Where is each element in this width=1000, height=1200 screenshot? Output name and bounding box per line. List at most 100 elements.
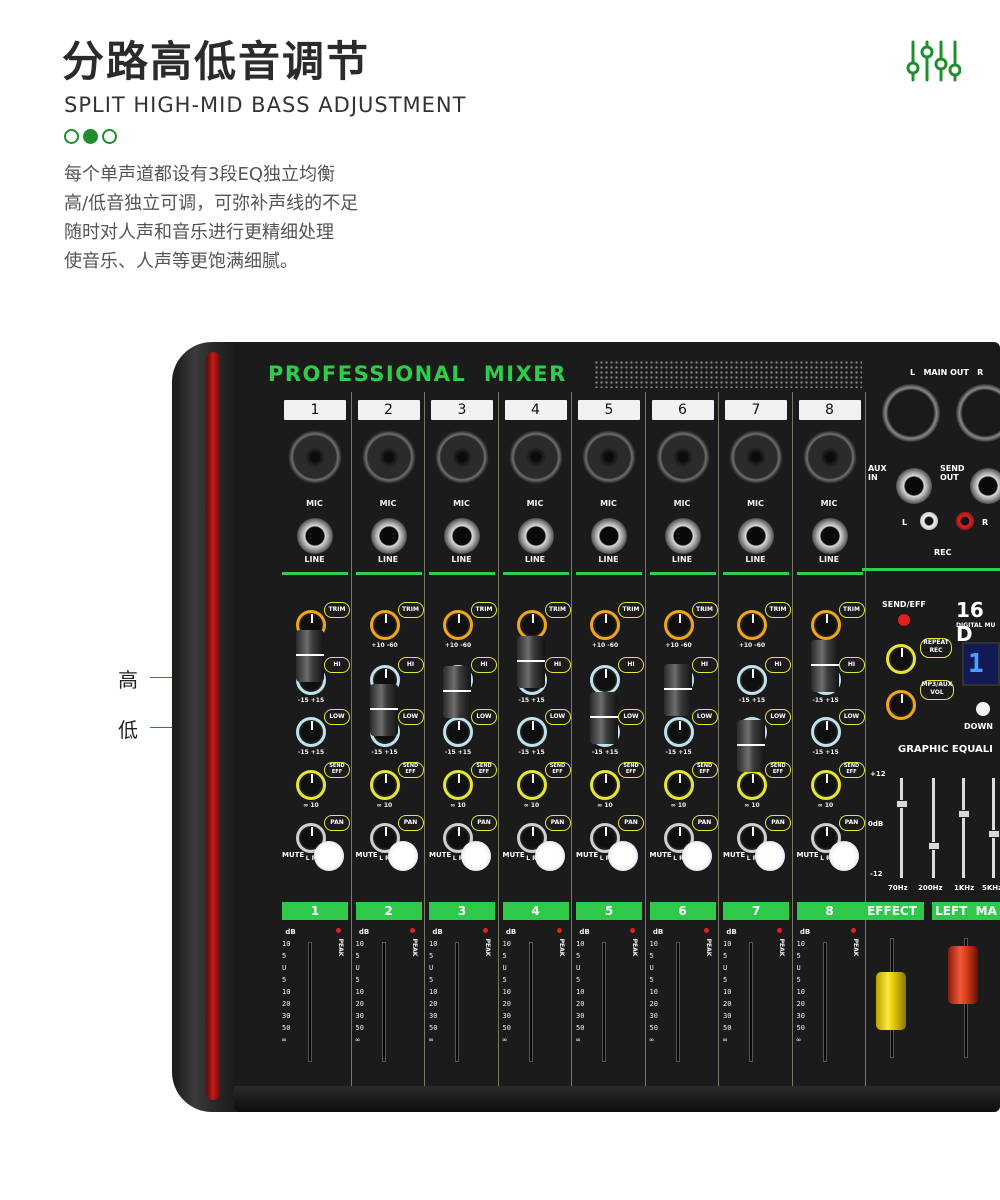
send-eff-knob[interactable]	[516, 770, 547, 800]
send-eff-knob[interactable]	[296, 770, 326, 800]
main-out-r-xlr[interactable]	[956, 384, 1000, 442]
hi-eq-knob[interactable]	[590, 665, 620, 695]
down-button[interactable]	[976, 702, 990, 716]
aux-in-jack[interactable]	[896, 468, 932, 504]
line-jack-input[interactable]	[517, 518, 554, 554]
hi-eq-tag: HI	[618, 657, 644, 673]
send-eff-knob[interactable]	[369, 770, 400, 800]
channel-fader-cap[interactable]	[516, 636, 545, 688]
speaker-grille	[594, 360, 862, 388]
mute-button[interactable]	[534, 841, 565, 871]
low-eq-range-label: -15 +15	[297, 749, 325, 756]
send-eff-knob[interactable]	[590, 770, 620, 800]
channel-fader-cap[interactable]	[737, 720, 765, 772]
line-jack-input[interactable]	[738, 518, 774, 554]
line-jack-input[interactable]	[811, 518, 848, 554]
eq-cap-70hz[interactable]	[896, 800, 908, 808]
page-indicator	[64, 129, 117, 144]
eq-cap-200hz[interactable]	[928, 842, 940, 850]
channel-fader-track[interactable]	[455, 942, 459, 1062]
mic-xlr-input[interactable]	[729, 430, 783, 484]
send-out-jack[interactable]	[970, 468, 1000, 504]
trim-knob[interactable]	[443, 610, 473, 640]
eq-cap-5khz[interactable]	[988, 830, 1000, 838]
page-dot	[64, 129, 79, 144]
eq-slider-5khz[interactable]	[992, 778, 995, 878]
eq-cap-1khz[interactable]	[958, 810, 970, 818]
channel-fader-cap[interactable]	[810, 640, 839, 692]
low-eq-knob[interactable]	[663, 717, 694, 747]
hi-eq-tag: HI	[471, 657, 497, 673]
trim-knob[interactable]	[369, 610, 400, 640]
low-eq-knob[interactable]	[516, 717, 547, 747]
line-jack-input[interactable]	[444, 518, 480, 554]
channel-fader-cap[interactable]	[296, 630, 324, 682]
mic-xlr-input[interactable]	[435, 430, 489, 484]
fader-scale-tick: U	[502, 964, 507, 972]
mute-button[interactable]	[755, 841, 785, 871]
hi-eq-knob[interactable]	[737, 665, 767, 695]
aux-volume-knob[interactable]	[886, 690, 916, 720]
mute-button[interactable]	[828, 841, 859, 871]
trim-knob[interactable]	[737, 610, 767, 640]
fader-scale-tick: 5	[282, 976, 287, 984]
send-eff-knob[interactable]	[443, 770, 473, 800]
main-out-l-xlr[interactable]	[882, 384, 940, 442]
channel-fader-cap[interactable]	[369, 684, 398, 736]
mic-xlr-input[interactable]	[655, 430, 710, 484]
description: 每个单声道都设有3段EQ独立均衡 高/低音独立可调，可弥补声线的不足 随时对人声…	[64, 160, 358, 276]
channel-number-label: 3	[431, 400, 493, 420]
line-jack-input[interactable]	[370, 518, 407, 554]
low-eq-knob[interactable]	[443, 717, 473, 747]
channel-fader-track[interactable]	[749, 942, 753, 1062]
send-eff-label: SEND/EFF	[882, 600, 926, 609]
mic-label: MIC	[600, 499, 617, 508]
send-eff-knob[interactable]	[737, 770, 767, 800]
send-eff-knob[interactable]	[663, 770, 694, 800]
send-eff-tag: SEND EFF	[324, 762, 350, 778]
mic-xlr-input[interactable]	[802, 430, 857, 484]
fader-scale-tick: 20	[502, 1000, 511, 1008]
channel-fader-track[interactable]	[675, 942, 680, 1062]
main-fader-cap[interactable]	[948, 946, 978, 1004]
eq-slider-70hz[interactable]	[900, 778, 903, 878]
line-label: LINE	[451, 555, 472, 564]
trim-knob[interactable]	[663, 610, 694, 640]
mute-label: MUTE	[796, 851, 819, 859]
channel-fader-cap[interactable]	[443, 666, 471, 718]
channel-fader-track[interactable]	[822, 942, 827, 1062]
mic-xlr-input[interactable]	[288, 430, 342, 484]
mic-xlr-input[interactable]	[582, 430, 636, 484]
eq-slider-200hz[interactable]	[932, 778, 935, 878]
channel-fader-track[interactable]	[602, 942, 606, 1062]
mute-button[interactable]	[681, 841, 712, 871]
mute-button[interactable]	[461, 841, 491, 871]
channel-fader-track[interactable]	[528, 942, 533, 1062]
rec-rca-red[interactable]	[956, 512, 974, 530]
rec-rca-white[interactable]	[920, 512, 938, 530]
mic-xlr-input[interactable]	[361, 430, 416, 484]
mp3-volume-knob[interactable]	[886, 644, 916, 674]
line-jack-input[interactable]	[664, 518, 701, 554]
channel-fader-cap[interactable]	[590, 692, 618, 744]
mic-label: MIC	[747, 499, 764, 508]
send-eff-knob[interactable]	[810, 770, 841, 800]
send-eff-range-label: ∞ 10	[450, 802, 466, 809]
line-jack-input[interactable]	[297, 518, 333, 554]
trim-knob[interactable]	[590, 610, 620, 640]
mute-button[interactable]	[387, 841, 418, 871]
channel-fader-cap[interactable]	[663, 664, 692, 716]
channel-fader-track[interactable]	[308, 942, 312, 1062]
mic-xlr-input[interactable]	[508, 430, 563, 484]
eq-slider-1khz[interactable]	[962, 778, 965, 878]
mute-button[interactable]	[608, 841, 638, 871]
fader-scale: 10 5 U 5 10 20 30 50 ∞	[650, 938, 658, 1046]
trim-knob[interactable]	[810, 610, 841, 640]
rca-r-label: R	[982, 518, 989, 527]
line-jack-input[interactable]	[591, 518, 627, 554]
mute-button[interactable]	[314, 841, 344, 871]
effect-fader-cap[interactable]	[876, 972, 906, 1030]
low-eq-knob[interactable]	[810, 717, 841, 747]
channel-fader-track[interactable]	[381, 942, 386, 1062]
low-eq-knob[interactable]	[296, 717, 326, 747]
